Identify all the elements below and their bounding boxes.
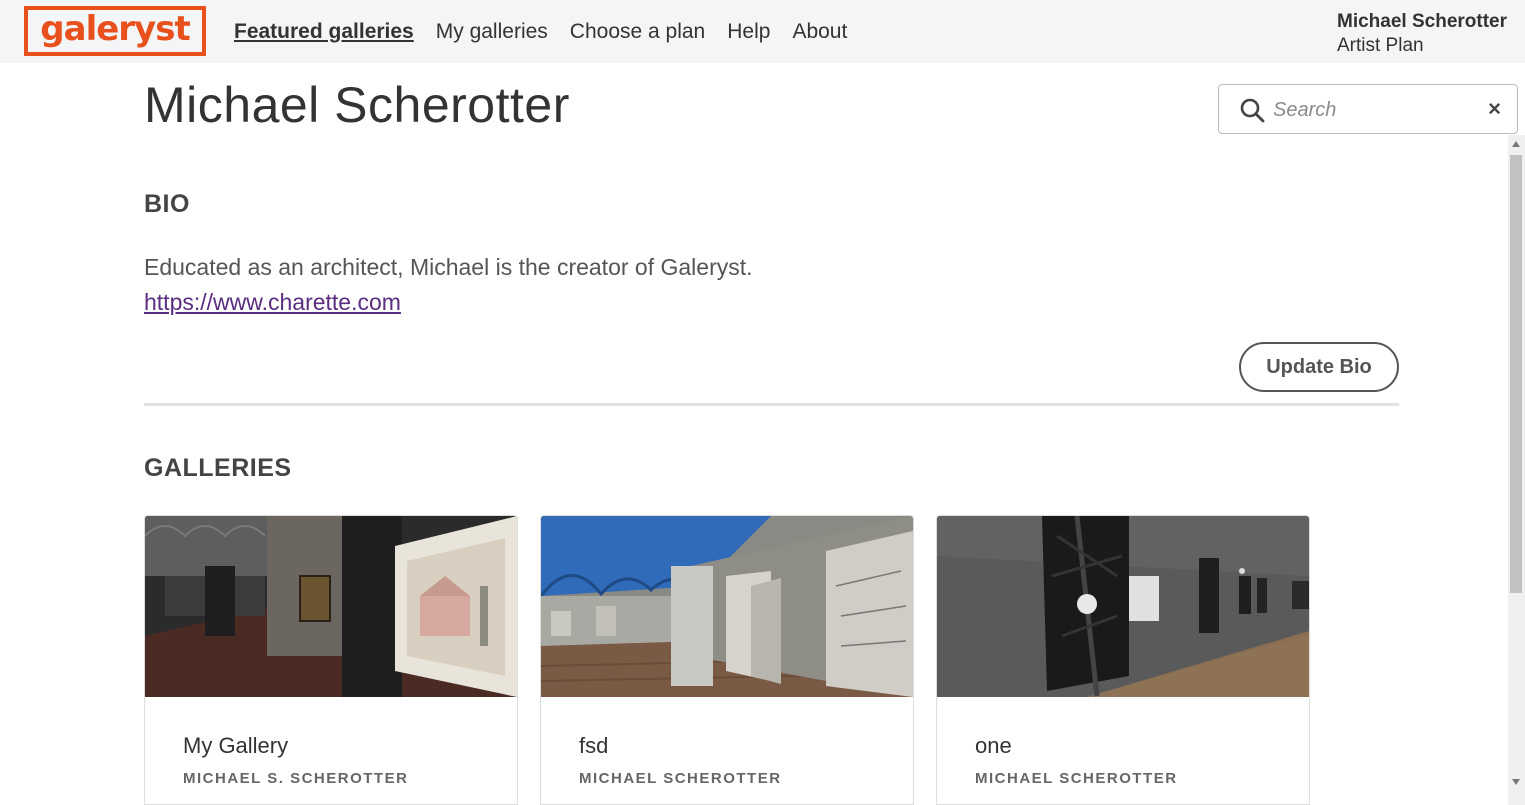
gallery-thumbnail-image[interactable] <box>937 516 1309 697</box>
search-box: × <box>1218 84 1518 134</box>
user-plan: Artist Plan <box>1337 35 1424 56</box>
galeryst-logo[interactable]: galeryst <box>24 6 206 56</box>
scroll-down-arrow-icon[interactable] <box>1512 779 1520 785</box>
gallery-author: MICHAEL SCHEROTTER <box>975 770 1178 787</box>
gallery-thumbnail-image[interactable] <box>541 516 913 697</box>
main-nav: Featured galleries My galleries Choose a… <box>234 20 847 44</box>
bio-heading: BIO <box>144 190 190 218</box>
nav-featured-galleries[interactable]: Featured galleries <box>234 20 414 44</box>
section-divider <box>144 403 1399 406</box>
nav-help[interactable]: Help <box>727 20 770 44</box>
scroll-up-arrow-icon[interactable] <box>1512 141 1520 147</box>
nav-about[interactable]: About <box>792 20 847 44</box>
nav-my-galleries[interactable]: My galleries <box>436 20 548 44</box>
bio-text: Educated as an architect, Michael is the… <box>144 254 753 280</box>
gallery-card[interactable]: My Gallery MICHAEL S. SCHEROTTER <box>144 515 518 805</box>
gallery-title[interactable]: one <box>975 733 1012 759</box>
search-icon[interactable] <box>1239 97 1265 123</box>
gallery-card[interactable]: fsd MICHAEL SCHEROTTER <box>540 515 914 805</box>
page-scrollbar[interactable] <box>1508 135 1525 805</box>
search-input[interactable] <box>1273 95 1473 125</box>
user-name: Michael Scherotter <box>1337 11 1507 32</box>
user-account-menu[interactable]: Michael Scherotter Artist Plan <box>1337 11 1507 57</box>
page-title: Michael Scherotter <box>144 77 570 133</box>
gallery-author: MICHAEL S. SCHEROTTER <box>183 770 409 787</box>
nav-choose-a-plan[interactable]: Choose a plan <box>570 20 705 44</box>
scrollbar-thumb[interactable] <box>1510 155 1522 593</box>
gallery-card[interactable]: one MICHAEL SCHEROTTER <box>936 515 1310 805</box>
gallery-thumbnail-image[interactable] <box>145 516 517 697</box>
galleries-heading: GALLERIES <box>144 454 292 482</box>
update-bio-button[interactable]: Update Bio <box>1239 342 1399 392</box>
gallery-title[interactable]: fsd <box>579 733 608 759</box>
bio-website-link[interactable]: https://www.charette.com <box>144 289 401 316</box>
gallery-author: MICHAEL SCHEROTTER <box>579 770 782 787</box>
gallery-title[interactable]: My Gallery <box>183 733 288 759</box>
logo-text: galeryst <box>40 9 190 49</box>
top-navigation-bar: galeryst Featured galleries My galleries… <box>0 0 1525 63</box>
clear-search-icon[interactable]: × <box>1488 96 1501 122</box>
